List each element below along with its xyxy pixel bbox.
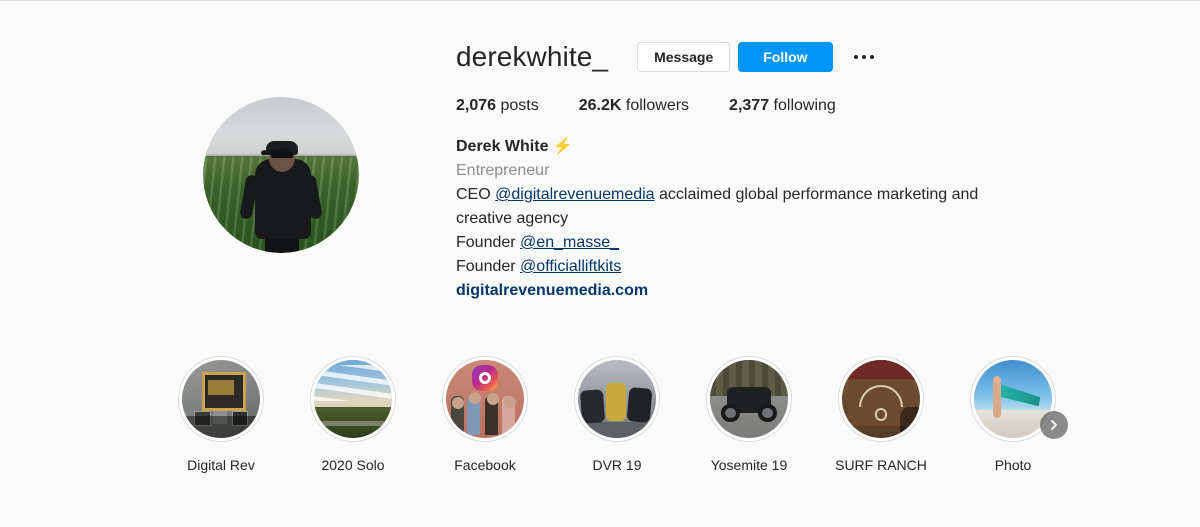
highlight-label: Facebook [454, 457, 516, 473]
full-name: Derek White [456, 138, 549, 155]
bio-text: Founder [456, 258, 521, 275]
highlight-thumbnail [182, 360, 260, 438]
lightning-bolt-icon: ⚡ [552, 138, 573, 155]
highlight-ring [310, 356, 396, 442]
avatar-image [203, 97, 359, 253]
profile-info: derekwhite_ Message Follow 2,076 posts 2… [456, 1, 1156, 303]
highlight-ring [838, 356, 924, 442]
profile-category: Entrepreneur [456, 162, 550, 179]
posts-label: posts [500, 97, 539, 114]
stat-followers[interactable]: 26.2K followers [579, 97, 689, 115]
followers-count: 26.2K [578, 97, 622, 114]
highlight-digital-rev[interactable]: Digital Rev [178, 356, 264, 474]
profile-bio: Derek White ⚡ Entrepreneur CEO @digitalr… [456, 135, 1036, 303]
highlight-thumbnail [842, 360, 920, 438]
highlight-dvr-19[interactable]: DVR 19 [574, 356, 660, 474]
highlight-thumbnail [446, 360, 524, 438]
bio-line: Founder @officialliftkits [456, 255, 1036, 279]
highlight-thumbnail [314, 360, 392, 438]
highlight-label: Digital Rev [187, 457, 255, 473]
highlight-photo[interactable]: Photo [970, 356, 1068, 474]
more-options-icon[interactable] [849, 42, 879, 72]
stat-following[interactable]: 2,377 following [729, 97, 836, 115]
highlight-ring [706, 356, 792, 442]
instagram-profile-page: derekwhite_ Message Follow 2,076 posts 2… [0, 1, 1200, 527]
highlight-2020-solo[interactable]: 2020 Solo [310, 356, 396, 474]
message-button[interactable]: Message [637, 42, 731, 72]
followers-label: followers [625, 97, 690, 114]
highlight-label: 2020 Solo [321, 457, 385, 473]
profile-avatar[interactable] [203, 97, 359, 253]
bio-line: Founder @en_masse_ [456, 231, 1036, 255]
bio-line: CEO @digitalrevenuemedia acclaimed globa… [456, 183, 1036, 231]
highlight-ring [574, 356, 660, 442]
mention-link[interactable]: @digitalrevenuemedia [495, 186, 654, 203]
highlights-track: Digital Rev 2020 Solo Facebook DVR 19 Yo… [178, 356, 1068, 474]
mention-link[interactable]: @en_masse_ [520, 234, 619, 251]
following-label: following [773, 97, 836, 114]
highlight-ring [442, 356, 528, 442]
story-highlights: Digital Rev 2020 Solo Facebook DVR 19 Yo… [0, 356, 1200, 486]
next-highlights-icon[interactable] [1040, 411, 1068, 439]
bio-text: Founder [456, 234, 521, 251]
highlight-label: SURF RANCH [835, 457, 927, 473]
highlight-ring [178, 356, 264, 442]
bio-text: CEO [456, 186, 496, 203]
mention-link[interactable]: @officialliftkits [520, 258, 621, 275]
following-count: 2,377 [729, 97, 770, 114]
highlight-ring [970, 356, 1068, 442]
highlight-label: Photo [994, 457, 1032, 473]
posts-count: 2,076 [456, 97, 497, 114]
stat-posts[interactable]: 2,076 posts [456, 97, 539, 115]
follow-button[interactable]: Follow [738, 42, 833, 72]
profile-stats: 2,076 posts 26.2K followers 2,377 follow… [456, 97, 1156, 115]
highlight-thumbnail [710, 360, 788, 438]
highlight-facebook[interactable]: Facebook [442, 356, 528, 474]
highlight-surf-ranch[interactable]: SURF RANCH [835, 356, 927, 474]
highlight-yosemite-19[interactable]: Yosemite 19 [706, 356, 792, 474]
instagram-logo-icon [471, 364, 499, 392]
profile-header: derekwhite_ Message Follow 2,076 posts 2… [0, 1, 1200, 341]
bio-name-row: Derek White ⚡ [456, 135, 1036, 159]
page-title: derekwhite_ [456, 41, 609, 72]
highlight-label: DVR 19 [592, 457, 642, 473]
highlight-thumbnail [578, 360, 656, 438]
website-link[interactable]: digitalrevenuemedia.com [456, 279, 648, 303]
username-row: derekwhite_ Message Follow [456, 1, 1156, 79]
highlight-label: Yosemite 19 [710, 457, 788, 473]
